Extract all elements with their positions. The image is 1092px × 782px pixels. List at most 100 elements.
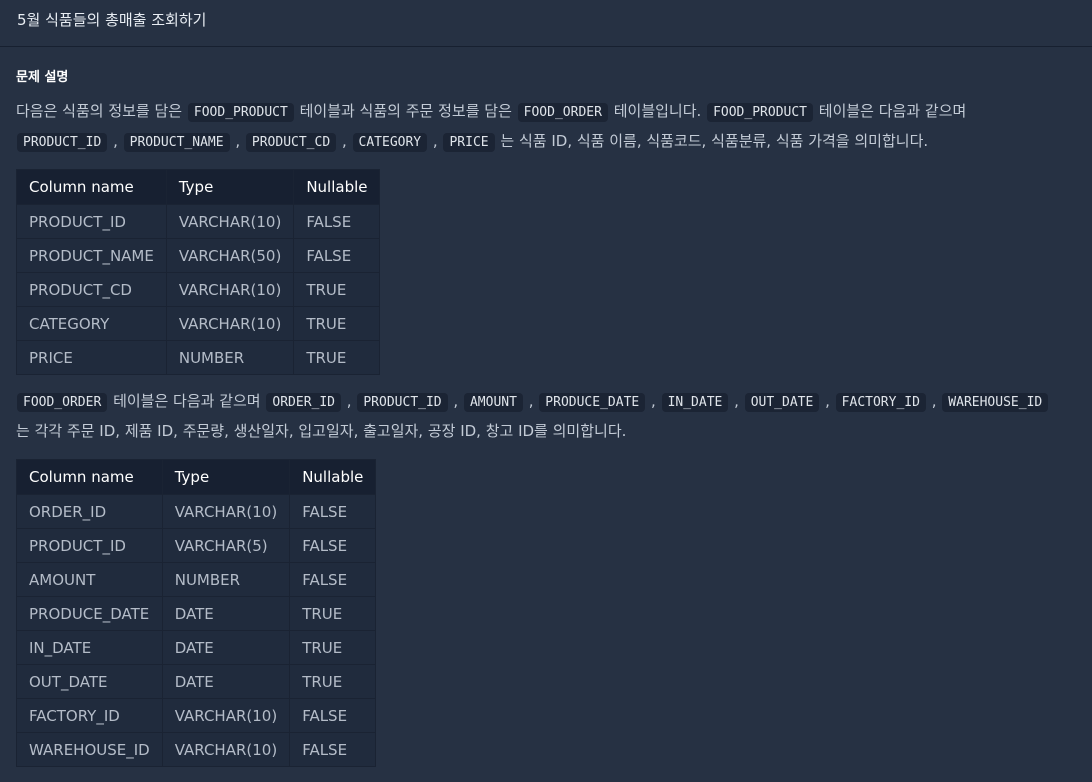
table-cell: VARCHAR(10): [161, 732, 291, 767]
table-cell: TRUE: [289, 664, 377, 699]
page-header: 5월 식품들의 총매출 조회하기: [0, 0, 1092, 47]
table-cell: TRUE: [293, 272, 381, 307]
table-cell: VARCHAR(10): [165, 272, 295, 307]
table-header-cell: Type: [161, 459, 291, 495]
column-code: PRODUCT_NAME: [123, 133, 230, 152]
table-row: PRODUCE_DATE DATE TRUE: [16, 596, 377, 631]
comma-separator: ,: [341, 132, 347, 150]
problem-description: 문제 설명 다음은 식품의 정보를 담은 FOOD_PRODUCT 테이블과 식…: [0, 66, 1092, 767]
table-row: PRODUCT_CD VARCHAR(10) TRUE: [16, 272, 381, 307]
table-cell: DATE: [161, 664, 291, 699]
table-row: PRODUCT_ID VARCHAR(10) FALSE: [16, 204, 381, 239]
comma-separator: ,: [825, 392, 830, 410]
description-paragraph-1: 다음은 식품의 정보를 담은 FOOD_PRODUCT 테이블과 식품의 주문 …: [16, 97, 1076, 157]
table-cell: AMOUNT: [16, 562, 163, 597]
para1-text1: 다음은 식품의 정보를 담은: [16, 102, 183, 120]
comma-separator: ,: [734, 392, 739, 410]
code-food-product: FOOD_PRODUCT: [187, 103, 294, 122]
table-header-row: Column name Type Nullable: [16, 459, 377, 495]
table-cell: VARCHAR(10): [165, 204, 295, 239]
table-cell: IN_DATE: [16, 630, 163, 665]
para1-text3: 테이블입니다.: [613, 102, 702, 120]
table-cell: FALSE: [289, 562, 377, 597]
code-food-order: FOOD_ORDER: [517, 103, 608, 122]
table-cell: VARCHAR(5): [161, 528, 291, 563]
column-code: CATEGORY: [352, 133, 428, 152]
column-code: PRICE: [443, 133, 495, 152]
table-cell: TRUE: [289, 596, 377, 631]
table-cell: FALSE: [289, 494, 377, 529]
table-header-cell: Column name: [16, 459, 163, 495]
column-code: AMOUNT: [463, 393, 523, 412]
table-row: CATEGORY VARCHAR(10) TRUE: [16, 306, 381, 341]
table-row: ORDER_ID VARCHAR(10) FALSE: [16, 494, 377, 529]
table-row: FACTORY_ID VARCHAR(10) FALSE: [16, 698, 377, 733]
table-row: PRODUCT_NAME VARCHAR(50) FALSE: [16, 238, 381, 273]
table-cell: VARCHAR(10): [161, 698, 291, 733]
table-header-cell: Column name: [16, 169, 167, 205]
table-cell: FALSE: [289, 528, 377, 563]
table-cell: DATE: [161, 630, 291, 665]
table-cell: PRODUCT_CD: [16, 272, 167, 307]
food-order-table: Column name Type Nullable ORDER_ID VARCHAR(…: [16, 459, 377, 767]
para2-text1: 테이블은 다음과 같으며: [113, 392, 261, 410]
table-cell: FACTORY_ID: [16, 698, 163, 733]
para1-column-list: PRODUCT_ID , PRODUCT_NAME , PRODUCT_CD ,…: [16, 132, 496, 152]
column-code: ORDER_ID: [266, 393, 342, 412]
table-row: OUT_DATE DATE TRUE: [16, 664, 377, 699]
table-cell: ORDER_ID: [16, 494, 163, 529]
para2-column-list: ORDER_ID , PRODUCT_ID , AMOUNT , PRODUCE…: [265, 392, 1049, 412]
table-body: ORDER_ID VARCHAR(10) FALSE PRODUCT_ID VARCHA…: [16, 494, 377, 767]
comma-separator: ,: [113, 132, 118, 150]
description-paragraph-2: FOOD_ORDER 테이블은 다음과 같으며 ORDER_ID , PRODU…: [16, 387, 1076, 446]
column-code: PRODUCT_ID: [357, 393, 448, 412]
table-cell: PRODUCE_DATE: [16, 596, 163, 631]
table-cell: TRUE: [289, 630, 377, 665]
table-cell: VARCHAR(50): [165, 238, 295, 273]
comma-separator: ,: [346, 392, 352, 410]
table-cell: TRUE: [293, 340, 381, 375]
table-cell: PRICE: [16, 340, 167, 375]
table-cell: VARCHAR(10): [165, 306, 295, 341]
table-header-row: Column name Type Nullable: [16, 169, 381, 205]
table-cell: TRUE: [293, 306, 381, 341]
table-cell: CATEGORY: [16, 306, 167, 341]
table-cell: OUT_DATE: [16, 664, 163, 699]
table-row: PRICE NUMBER TRUE: [16, 340, 381, 375]
para1-text2: 테이블과 식품의 주문 정보를 담은: [299, 102, 512, 120]
code-food-order: FOOD_ORDER: [17, 393, 108, 412]
section-title: 문제 설명: [16, 70, 69, 85]
table-cell: DATE: [161, 596, 291, 631]
comma-separator: ,: [931, 392, 937, 410]
table-cell: PRODUCT_ID: [16, 204, 167, 239]
column-code: OUT_DATE: [744, 393, 820, 412]
table-row: AMOUNT NUMBER FALSE: [16, 562, 377, 597]
table-row: IN_DATE DATE TRUE: [16, 630, 377, 665]
table-cell: FALSE: [293, 204, 381, 239]
table-cell: FALSE: [289, 698, 377, 733]
table-header-cell: Type: [165, 169, 295, 205]
column-code: WAREHOUSE_ID: [942, 393, 1049, 412]
para1-text5: 는 식품 ID, 식품 이름, 식품코드, 식품분류, 식품 가격을 의미합니다…: [500, 132, 929, 150]
table-cell: NUMBER: [165, 340, 295, 375]
table-header-cell: Nullable: [289, 459, 377, 495]
comma-separator: ,: [432, 132, 438, 150]
para2-text2: 는 각각 주문 ID, 제품 ID, 주문량, 생산일자, 입고일자, 출고일자…: [16, 422, 627, 440]
column-code: PRODUCT_ID: [17, 133, 108, 152]
problem-title: 5월 식품들의 총매출 조회하기: [17, 11, 207, 29]
para1-text4: 테이블은 다음과 같으며: [818, 102, 967, 120]
table-row: PRODUCT_ID VARCHAR(5) FALSE: [16, 528, 377, 563]
comma-separator: ,: [651, 392, 656, 410]
food-product-table: Column name Type Nullable PRODUCT_ID VARCHA…: [16, 169, 381, 375]
table-body: PRODUCT_ID VARCHAR(10) FALSE PRODUCT_NAME VA…: [16, 204, 381, 375]
code-food-product: FOOD_PRODUCT: [707, 103, 813, 122]
column-code: IN_DATE: [661, 393, 729, 412]
table-cell: PRODUCT_ID: [16, 528, 163, 563]
column-code: FACTORY_ID: [835, 393, 926, 412]
table-cell: FALSE: [289, 732, 377, 767]
table-header-cell: Nullable: [293, 169, 381, 205]
table-cell: WAREHOUSE_ID: [16, 732, 163, 767]
table-row: WAREHOUSE_ID VARCHAR(10) FALSE: [16, 732, 377, 767]
table-cell: PRODUCT_NAME: [16, 238, 167, 273]
table-cell: VARCHAR(10): [161, 494, 291, 529]
